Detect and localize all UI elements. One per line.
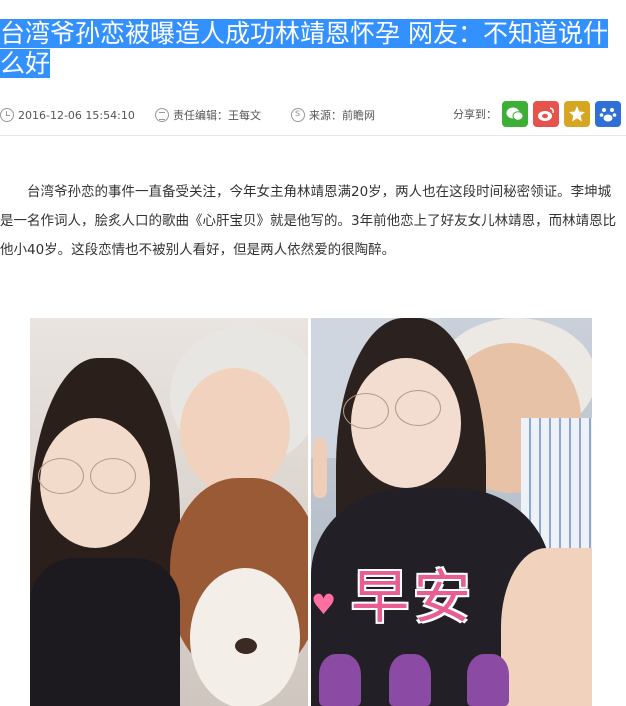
dino-sticker-2 — [389, 654, 431, 706]
wechat-icon — [506, 107, 524, 121]
glasses-right-lens2 — [395, 390, 441, 426]
heart-icon: ♥ — [311, 588, 337, 621]
girl-arm-right — [501, 548, 592, 706]
source-icon — [291, 108, 305, 122]
girl-clothes-left — [30, 558, 180, 706]
peace-sign-hand — [313, 438, 327, 498]
star-icon — [569, 106, 585, 122]
article-body: 台湾爷孙恋的事件一直备受关注，今年女主角林靖恩满20岁，两人也在这段时间秘密领证… — [0, 178, 620, 265]
meta-divider — [0, 135, 626, 136]
photo-right: ♥ 早安 — [311, 318, 592, 706]
glasses-left-lens1 — [38, 458, 84, 494]
qzone-share-button[interactable] — [564, 101, 590, 127]
article-title-text: 台湾爷孙恋被曝造人成功林靖恩怀孕 网友：不知道说什么好 — [0, 18, 608, 78]
editor-icon — [155, 108, 169, 122]
baidu-share-button[interactable] — [595, 101, 621, 127]
article-paragraph: 台湾爷孙恋的事件一直备受关注，今年女主角林靖恩满20岁，两人也在这段时间秘密领证… — [0, 184, 617, 258]
photo-caption: 早安 — [351, 563, 476, 631]
weibo-icon — [538, 107, 554, 121]
bear-face — [190, 568, 300, 706]
article-title: 台湾爷孙恋被曝造人成功林靖恩怀孕 网友：不知道说什么好 — [0, 18, 626, 79]
source-text: 来源：前瞻网 — [309, 109, 375, 122]
photo-left — [30, 318, 308, 706]
bear-nose — [235, 638, 257, 654]
man-face-left — [180, 368, 290, 493]
article-meta: 2016-12-06 15:54:10 责任编辑：王每文 来源：前瞻网 分享到： — [0, 101, 626, 127]
weibo-share-button[interactable] — [533, 101, 559, 127]
source-info: 来源：前瞻网 — [291, 104, 375, 126]
clock-icon — [0, 108, 14, 122]
publish-date-text: 2016-12-06 15:54:10 — [18, 108, 135, 122]
wechat-share-button[interactable] — [502, 101, 528, 127]
publish-date: 2016-12-06 15:54:10 — [0, 104, 135, 126]
dino-sticker-3 — [467, 654, 509, 706]
editor-info: 责任编辑：王每文 — [155, 104, 261, 126]
glasses-right-lens1 — [343, 393, 389, 429]
dino-sticker-1 — [319, 654, 361, 706]
share-label: 分享到： — [453, 108, 497, 121]
baidu-paw-icon — [599, 108, 617, 122]
editor-text: 责任编辑：王每文 — [173, 109, 261, 122]
glasses-left-lens2 — [90, 458, 136, 494]
